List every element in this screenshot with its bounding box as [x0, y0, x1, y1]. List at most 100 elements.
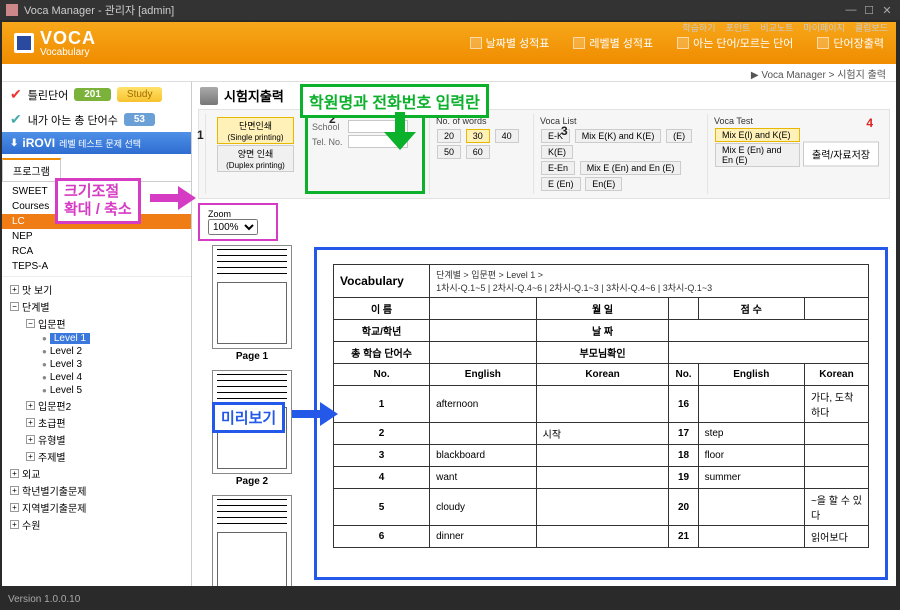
book-teps[interactable]: TEPS-A [2, 259, 191, 274]
nav-known-words[interactable]: 아는 단어/모르는 단어 [677, 35, 793, 51]
tree-level3[interactable]: ●Level 3 [2, 358, 191, 371]
check-icon: ✔ [10, 86, 22, 103]
zoom-row: Zoom 100% [192, 199, 896, 241]
link-clipboard[interactable]: 클립보드 [855, 21, 888, 34]
link-compare[interactable]: 비교노트 [760, 21, 793, 34]
print-save-button[interactable]: 출력/자료저장 [803, 142, 879, 167]
arrow-right-icon [292, 402, 340, 426]
wrong-count: 201 [74, 88, 111, 101]
zoom-label: Zoom [208, 209, 258, 219]
nav-tree[interactable]: +맛 보기 −단계별 −입문편 ●Level 1 ●Level 2 ●Level… [2, 276, 191, 586]
status-bar: Version 1.0.0.10 [0, 592, 900, 610]
tree-level1[interactable]: ●Level 1 [2, 332, 191, 345]
tree-grade-past[interactable]: +학년별기출문제 [2, 482, 191, 499]
tree-intro[interactable]: −입문편 [2, 315, 191, 332]
sidebar: ✔ 틀린단어 201 Study ✔ 내가 아는 총 단어수 53 ⬇ iROV… [2, 82, 192, 586]
max-button[interactable]: ☐ [862, 4, 876, 17]
tree-stage[interactable]: −단계별 [2, 298, 191, 315]
table-row: 6dinner21읽어보다 [334, 526, 869, 548]
opt-nwords: No. of words 20 30 40 50 60 [429, 114, 529, 194]
nav-print[interactable]: 단어장출력 [817, 35, 884, 51]
tree-foreign[interactable]: +외교 [2, 465, 191, 482]
btn-single-print[interactable]: 단면인쇄(Single printing) [217, 117, 294, 144]
words-icon [677, 37, 689, 49]
vt-2[interactable]: Mix E (En) and En (E) [715, 143, 800, 167]
step-1: 1 [197, 128, 204, 142]
table-row: 3blackboard18floor [334, 445, 869, 467]
tree-level5[interactable]: ●Level 5 [2, 384, 191, 397]
btn-40[interactable]: 40 [495, 129, 519, 143]
logo: VOCA Vocabulary [14, 28, 96, 58]
btn-duplex-print[interactable]: 양면 인쇄(Duplex printing) [217, 145, 294, 172]
link-mypage[interactable]: 마이페이지 [803, 21, 844, 34]
opt-print-mode: 단면인쇄(Single printing) 양면 인쇄(Duplex print… [205, 114, 301, 194]
tab-program[interactable]: 프로그램 [2, 158, 61, 181]
opt-vocalist: Voca List E-K Mix E(K) and K(E) (E) K(E)… [533, 114, 703, 194]
tree-intro2[interactable]: +입문편2 [2, 397, 191, 414]
vl-e[interactable]: (E) [666, 129, 692, 143]
preview-pane[interactable]: Vocabulary 단계별 > 입문편 > Level 1 >1차시-Q.1~… [314, 247, 888, 580]
download-icon: ⬇ [10, 138, 18, 149]
tree-preview[interactable]: +맛 보기 [2, 281, 191, 298]
logo-text: VOCA [40, 28, 96, 49]
level-icon [573, 37, 585, 49]
stat-wrong: ✔ 틀린단어 201 Study [2, 82, 191, 107]
vl-mix2[interactable]: Mix E (En) and En (E) [580, 161, 682, 175]
table-row: 1afternoon16가다, 도착하다 [334, 386, 869, 423]
known-count: 53 [124, 113, 155, 126]
vl-ke[interactable]: K(E) [541, 145, 573, 159]
vt-1[interactable]: Mix E(l) and K(E) [715, 128, 800, 142]
content-area: ✔ 틀린단어 201 Study ✔ 내가 아는 총 단어수 53 ⬇ iROV… [2, 82, 896, 586]
min-button[interactable]: — [844, 4, 858, 17]
tree-level2[interactable]: ●Level 2 [2, 345, 191, 358]
arrow-right-icon [150, 186, 198, 210]
btn-20[interactable]: 20 [437, 129, 461, 143]
step-3: 3 [561, 124, 568, 138]
irovi-bar[interactable]: ⬇ iROVI 레벨 테스트 문제 선택 [2, 132, 191, 154]
breadcrumb: ▶ Voca Manager > 시험지 출력 [2, 64, 896, 82]
window-title: Voca Manager - 관리자 [admin] [24, 2, 174, 18]
thumb-3[interactable]: Page 3 [198, 495, 306, 586]
link-point[interactable]: 포인트 [726, 21, 751, 34]
report-title: 시험지출력 [224, 86, 284, 105]
print-icon [817, 37, 829, 49]
zoom-select[interactable]: 100% [208, 219, 258, 235]
stat-known: ✔ 내가 아는 총 단어수 53 [2, 107, 191, 132]
table-row: 5cloudy20~을 할 수 있다 [334, 489, 869, 526]
irovi-sub: 레벨 테스트 문제 선택 [59, 137, 141, 150]
tree-region-past[interactable]: +지역별기출문제 [2, 499, 191, 516]
tree-level4[interactable]: ●Level 4 [2, 371, 191, 384]
close-button[interactable]: ✕ [880, 4, 894, 17]
tree-suwon[interactable]: +수원 [2, 516, 191, 533]
btn-30[interactable]: 30 [466, 129, 490, 143]
known-label: 내가 아는 총 단어수 [28, 112, 118, 128]
study-button[interactable]: Study [117, 87, 163, 102]
top-links: 학습하기 포인트 비교노트 마이페이지 클립보드 [682, 21, 888, 34]
wrong-label: 틀린단어 [28, 87, 68, 103]
vl-een[interactable]: E-En [541, 161, 575, 175]
opt-vocatest: Voca Test Mix E(l) and K(E) Mix E (En) a… [707, 114, 807, 194]
thumb-1[interactable]: Page 1 [198, 245, 306, 362]
report-icon [470, 37, 482, 49]
btn-60[interactable]: 60 [466, 145, 490, 159]
tree-topic[interactable]: +주제별 [2, 448, 191, 465]
book-nep[interactable]: NEP [2, 229, 191, 244]
book-rca[interactable]: RCA [2, 244, 191, 259]
vl-ene[interactable]: En(E) [585, 177, 622, 191]
nav-menus: 날짜별 성적표 레벨별 성적표 아는 단어/모르는 단어 단어장출력 [470, 35, 884, 51]
table-row: 2시작17step [334, 423, 869, 445]
btn-50[interactable]: 50 [437, 145, 461, 159]
tree-beginner[interactable]: +초급편 [2, 414, 191, 431]
window-titlebar: Voca Manager - 관리자 [admin] — ☐ ✕ [0, 0, 900, 20]
callout-zoom: 크기조절확대 / 축소 [55, 178, 141, 224]
app-frame: 학습하기 포인트 비교노트 마이페이지 클립보드 VOCA Vocabulary… [2, 22, 896, 586]
hdr-vocab: Vocabulary [334, 265, 430, 298]
vl-mix1[interactable]: Mix E(K) and K(E) [575, 129, 662, 143]
nav-date-report[interactable]: 날짜별 성적표 [470, 35, 550, 51]
tree-type[interactable]: +유형별 [2, 431, 191, 448]
vl-een2[interactable]: E (En) [541, 177, 581, 191]
zoom-control: Zoom 100% [198, 203, 278, 241]
nav-level-report[interactable]: 레벨별 성적표 [573, 35, 653, 51]
link-study[interactable]: 학습하기 [682, 21, 715, 34]
book-icon [14, 33, 34, 53]
